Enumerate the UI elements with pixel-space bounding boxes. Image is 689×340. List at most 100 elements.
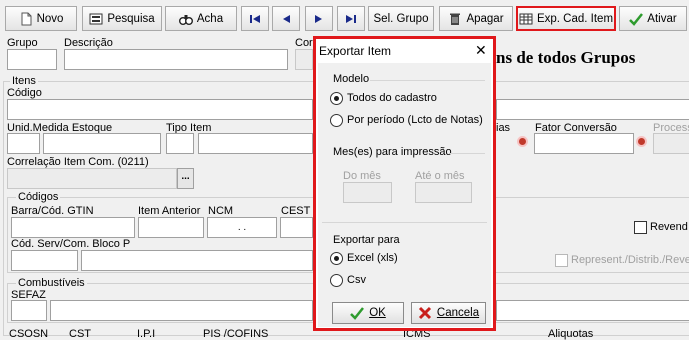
grupo-label: Grupo — [7, 37, 38, 49]
unid-medida-input[interactable] — [7, 133, 40, 154]
cest-input[interactable] — [280, 217, 313, 238]
cod-serv-desc-input[interactable] — [81, 250, 313, 271]
tipo-item-input[interactable] — [166, 133, 194, 154]
previous-record-button[interactable] — [272, 6, 300, 31]
ativar-button[interactable]: Ativar — [619, 6, 687, 31]
csv-radio[interactable] — [330, 274, 343, 287]
exp-cad-item-label: Exp. Cad. Item — [536, 12, 614, 25]
ok-label: OK — [369, 307, 386, 319]
ncm-input[interactable]: . . — [207, 217, 277, 238]
codigos-group-title: Códigos — [16, 191, 61, 203]
apagar-button[interactable]: Apagar — [439, 6, 513, 31]
search-list-icon — [89, 13, 103, 24]
excel-radio[interactable] — [330, 252, 343, 265]
item-anterior-label: Item Anterior — [138, 205, 201, 217]
ate-mes-label: Até o mês — [415, 170, 465, 182]
dialog-titlebar: Exportar Item ✕ — [316, 39, 493, 63]
pesquisa-label: Pesquisa — [107, 12, 155, 25]
descricao-input[interactable] — [64, 49, 288, 70]
ias-label: ias — [496, 122, 511, 134]
sefaz-input[interactable] — [11, 300, 47, 321]
modelo-label: Modelo — [333, 73, 370, 85]
sel-grupo-button[interactable]: Sel. Grupo — [368, 6, 434, 31]
cest-label: CEST — [281, 205, 311, 217]
excel-label[interactable]: Excel (xls) — [347, 252, 398, 264]
ipi-label: I.P.I — [137, 328, 156, 340]
pesquisa-button[interactable]: Pesquisa — [82, 6, 162, 31]
last-icon — [346, 14, 356, 23]
represent-checkbox[interactable] — [555, 254, 568, 267]
barra-gtin-label: Barra/Cód. GTIN — [11, 205, 94, 217]
fator-conversao-indicator-icon[interactable] — [517, 136, 528, 147]
acha-label: Acha — [196, 12, 224, 25]
descricao-label: Descrição — [64, 37, 113, 49]
trash-icon — [450, 13, 461, 25]
first-icon — [250, 14, 260, 23]
sefaz-desc-input[interactable] — [50, 300, 313, 321]
ok-button[interactable]: OK — [332, 302, 404, 324]
exportar-para-label: Exportar para — [333, 234, 400, 246]
novo-button[interactable]: Novo — [5, 6, 77, 31]
ok-checkmark-icon — [350, 307, 365, 320]
por-periodo-radio[interactable] — [330, 114, 343, 127]
por-periodo-label[interactable]: Por período (Lcto de Notas) — [347, 114, 483, 126]
ncm-value: . . — [237, 222, 247, 233]
process-input[interactable] — [653, 133, 689, 154]
modelo-separator — [370, 80, 485, 81]
spreadsheet-icon — [519, 13, 533, 24]
checkmark-icon — [629, 12, 644, 26]
sefaz-desc-input-right[interactable] — [496, 300, 689, 321]
cor-label: Cor — [295, 37, 313, 49]
meses-label: Mes(es) para impressão — [333, 146, 452, 158]
tipo-item-desc-input[interactable] — [198, 133, 313, 154]
grupo-input[interactable] — [7, 49, 57, 70]
dialog-title: Exportar Item — [319, 44, 392, 58]
codigo-label: Código — [7, 87, 42, 99]
represent-label: Represent./Distrib./Reve — [571, 254, 689, 266]
ncm-label: NCM — [208, 205, 234, 217]
ativar-label: Ativar — [647, 12, 677, 25]
acha-button[interactable]: Acha — [165, 6, 237, 31]
unid-medida-desc-input[interactable] — [43, 133, 161, 154]
item-anterior-input[interactable] — [138, 217, 204, 238]
correlacao-input[interactable] — [7, 168, 177, 189]
fator-conversao-input[interactable] — [534, 133, 634, 154]
todos-cadastro-label[interactable]: Todos do cadastro — [347, 92, 437, 104]
revenda-checkbox[interactable] — [634, 221, 647, 234]
do-mes-input[interactable] — [343, 182, 392, 203]
exportar-item-dialog: Exportar Item ✕ Modelo Todos do cadastro… — [313, 36, 496, 331]
sel-grupo-label: Sel. Grupo — [373, 12, 429, 25]
todos-cadastro-radio[interactable] — [330, 92, 343, 105]
pis-cofins-label: PIS /COFINS — [203, 328, 269, 340]
combustiveis-group-title: Combustíveis — [16, 277, 87, 289]
do-mes-label: Do mês — [343, 170, 381, 182]
cod-serv-label: Cód. Serv/Com. Bloco P — [11, 238, 131, 250]
cor-input[interactable] — [295, 49, 313, 70]
csosn-label: CSOSN — [9, 328, 49, 340]
apagar-label: Apagar — [466, 12, 504, 25]
codigo-input-right[interactable] — [496, 99, 689, 120]
ate-mes-input[interactable] — [415, 182, 472, 203]
binoculars-icon — [178, 14, 193, 25]
next-record-button[interactable] — [305, 6, 333, 31]
dialog-body: Modelo Todos do cadastro Por período (Lc… — [318, 63, 491, 327]
barra-gtin-input[interactable] — [11, 217, 135, 238]
next-icon — [315, 14, 322, 23]
cancela-label: Cancela — [436, 307, 480, 319]
page-heading: ns de todos Grupos — [496, 48, 636, 67]
cancela-button[interactable]: Cancela — [411, 302, 486, 324]
first-record-button[interactable] — [241, 6, 269, 31]
exp-cad-item-button[interactable]: Exp. Cad. Item — [516, 6, 616, 31]
meses-separator — [450, 153, 485, 154]
close-icon[interactable]: ✕ — [475, 42, 487, 59]
csv-label[interactable]: Csv — [347, 274, 366, 286]
process-indicator-icon[interactable] — [636, 136, 647, 147]
cancel-x-icon — [418, 306, 431, 320]
cod-serv-input[interactable] — [11, 250, 78, 271]
codigo-input[interactable] — [7, 99, 313, 120]
previous-icon — [283, 14, 290, 23]
correlacao-lookup-button[interactable]: ... — [177, 168, 194, 189]
last-record-button[interactable] — [337, 6, 365, 31]
itens-group-title: Itens — [10, 75, 38, 87]
toolbar: Novo Pesquisa Acha Sel. Grupo Apagar Exp… — [0, 0, 689, 36]
